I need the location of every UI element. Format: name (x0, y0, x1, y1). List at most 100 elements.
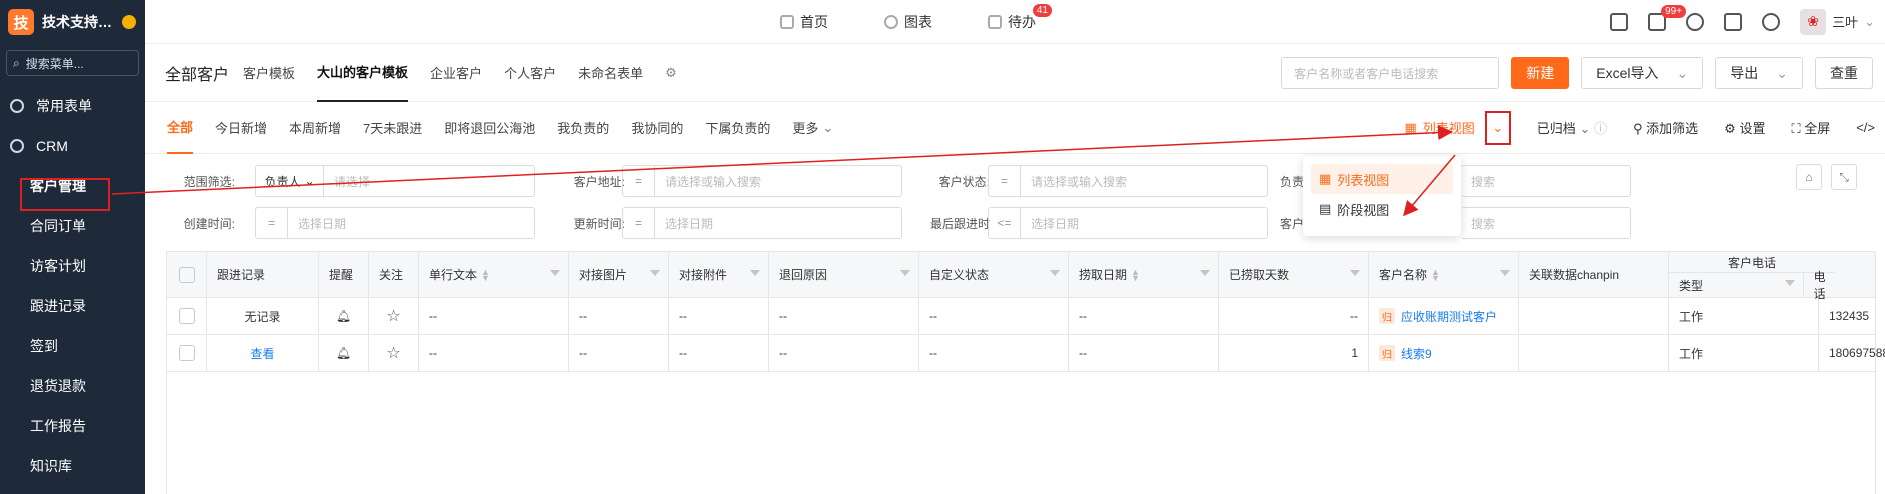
sidebar-item-follow-records[interactable]: 跟进记录 (0, 286, 145, 326)
filter-icon[interactable] (550, 269, 560, 280)
add-filter-button[interactable]: ⚲ 添加筛选 (1633, 118, 1698, 137)
created-operator[interactable]: = (256, 208, 288, 238)
user-menu[interactable]: ❀ 三叶 ⌄ (1800, 8, 1875, 35)
filter-icon[interactable] (1200, 269, 1210, 280)
last-follow-field[interactable]: <= 选择日期 (988, 207, 1268, 239)
table-row[interactable]: 查看 🔔︎ ☆ -- -- -- -- -- -- 1 归线索9 工作 1806… (167, 335, 1885, 372)
settings-button[interactable]: ⚙ 设置 (1724, 118, 1765, 137)
dedupe-button[interactable]: 查重 (1815, 57, 1873, 89)
sidebar-item-knowledge-base[interactable]: 知识库 (0, 446, 145, 486)
cell-customer-name[interactable]: 归线索9 (1369, 335, 1519, 371)
customer-name-link[interactable]: 线索9 (1401, 345, 1432, 362)
sort-icon[interactable]: ▲ ▼ (1131, 267, 1140, 282)
tab-enterprise-customers[interactable]: 企业客户 (430, 44, 482, 102)
app-brand[interactable]: 技术支持… (42, 12, 112, 32)
tab-dashan-template[interactable]: 大山的客户模板 (317, 44, 409, 102)
table-row[interactable]: 无记录 🔔︎ ☆ -- -- -- -- -- -- -- 归应收账期测试客户 … (167, 298, 1875, 335)
bell-icon[interactable]: 🔔︎ (319, 335, 369, 371)
scope-select[interactable]: 负责人 ⌄ (256, 166, 324, 196)
filter-tab-mine[interactable]: 我负责的 (557, 102, 609, 154)
star-icon[interactable]: ☆ (369, 335, 419, 371)
col-image[interactable]: 对接图片 (569, 252, 669, 297)
col-customer-name[interactable]: 客户名称 ▲ ▼ (1369, 252, 1519, 297)
filter-icon[interactable] (750, 269, 760, 280)
col-attachment[interactable]: 对接附件 (669, 252, 769, 297)
col-phone-type[interactable]: 类型 (1669, 273, 1804, 297)
sort-icon[interactable]: ▲ ▼ (481, 267, 490, 282)
owner-field[interactable]: 搜索 (1461, 165, 1631, 197)
filter-icon[interactable] (1350, 269, 1360, 280)
gear-icon[interactable] (1762, 12, 1781, 31)
grid-icon[interactable] (1724, 12, 1743, 31)
filter-tab-more[interactable]: 更多 ⌄ (792, 102, 833, 154)
last-follow-operator[interactable]: <= (989, 208, 1021, 238)
status-field[interactable]: = 请选择或输入搜索 (988, 165, 1268, 197)
menu-item-list-view[interactable]: ▦ 列表视图 (1311, 164, 1453, 194)
sidebar-group-crm[interactable]: CRM (0, 126, 145, 166)
sidebar-item-contract-orders[interactable]: 合同订单 (0, 206, 145, 246)
export-button[interactable]: 导出 ⌄ (1715, 57, 1803, 89)
nav-home[interactable]: 首页 (780, 12, 828, 32)
menu-search-input[interactable]: ⌕ 搜索菜单... (6, 50, 139, 76)
updated-operator[interactable]: = (623, 208, 655, 238)
new-button[interactable]: 新建 (1511, 57, 1570, 89)
checkbox[interactable] (178, 266, 195, 283)
filter-icon[interactable] (1784, 280, 1795, 290)
save-filter-icon[interactable]: ⌂ (1796, 164, 1822, 190)
star-icon[interactable]: ☆ (369, 298, 419, 334)
sidebar-item-checkin[interactable]: 签到 (0, 326, 145, 366)
filter-tab-7days[interactable]: 7天未跟进 (363, 102, 422, 154)
filter-icon[interactable] (1500, 269, 1510, 280)
collapse-icon[interactable]: ⤡ (1831, 164, 1857, 190)
checkbox[interactable] (178, 345, 195, 361)
fullscreen-button[interactable]: ⛶ 全屏 (1791, 118, 1830, 137)
code-icon[interactable]: </> (1856, 120, 1875, 135)
bell-icon[interactable]: 🔔︎ (319, 298, 369, 334)
tab-unnamed-form[interactable]: 未命名表单 (578, 44, 643, 102)
filter-tab-today[interactable]: 今日新增 (215, 102, 267, 154)
cell-customer-name[interactable]: 归应收账期测试客户 (1369, 298, 1519, 334)
checkbox[interactable] (178, 308, 195, 324)
menu-item-stage-view[interactable]: ▤ 阶段视图 (1311, 194, 1453, 224)
col-return-reason[interactable]: 退回原因 (769, 252, 919, 297)
address-field[interactable]: = 请选择或输入搜索 (622, 165, 902, 197)
help-icon[interactable] (1686, 12, 1705, 31)
nav-todo[interactable]: 待办 41 (988, 4, 1052, 32)
archived-dropdown[interactable]: 已归档 ⌄ ⓘ (1537, 118, 1607, 137)
select-all-checkbox[interactable] (167, 252, 207, 297)
filter-icon[interactable] (1050, 269, 1060, 280)
updated-field[interactable]: = 选择日期 (622, 207, 902, 239)
excel-import-button[interactable]: Excel导入 ⌄ (1581, 57, 1704, 89)
customer-field[interactable]: 搜索 (1461, 207, 1631, 239)
col-fetched-days[interactable]: 已捞取天数 (1219, 252, 1369, 297)
mail-icon[interactable] (1610, 12, 1629, 31)
nav-charts[interactable]: 图表 (884, 12, 932, 32)
customer-name-link[interactable]: 应收账期测试客户 (1401, 308, 1497, 325)
filter-tab-subordinates[interactable]: 下属负责的 (705, 102, 770, 154)
sidebar-item-work-report[interactable]: 工作报告 (0, 406, 145, 446)
list-view-toggle[interactable]: ▦ 列表视图 (1404, 118, 1474, 137)
col-fetch-date[interactable]: 捞取日期 ▲ ▼ (1069, 252, 1219, 297)
row-checkbox-cell[interactable] (167, 298, 207, 334)
tab-personal-customers[interactable]: 个人客户 (504, 44, 556, 102)
customer-search-input[interactable]: 客户名称或者客户电话搜索 (1281, 57, 1500, 89)
message-icon[interactable]: 99+ (1648, 4, 1687, 31)
sidebar-item-visit-plan[interactable]: 访客计划 (0, 246, 145, 286)
view-dropdown-button[interactable]: ⌄ (1484, 110, 1511, 145)
filter-icon[interactable] (900, 269, 910, 280)
tab-settings-icon[interactable]: ⚙ (665, 44, 677, 102)
tab-customer-template[interactable]: 客户模板 (243, 44, 295, 102)
sidebar-group-common-forms[interactable]: 常用表单 (0, 86, 145, 126)
address-operator[interactable]: = (623, 166, 655, 196)
cell-follow-link[interactable]: 查看 (207, 335, 319, 371)
sort-icon[interactable]: ▲ ▼ (1431, 267, 1440, 282)
created-field[interactable]: = 选择日期 (255, 207, 535, 239)
filter-tab-week[interactable]: 本周新增 (289, 102, 341, 154)
sidebar-item-returns[interactable]: 退货退款 (0, 366, 145, 406)
filter-icon[interactable] (650, 269, 660, 280)
filter-tab-collab[interactable]: 我协同的 (631, 102, 683, 154)
status-operator[interactable]: = (989, 166, 1021, 196)
filter-tab-all[interactable]: 全部 (167, 102, 194, 154)
row-checkbox-cell[interactable] (167, 335, 207, 371)
col-single-text[interactable]: 单行文本 ▲ ▼ (419, 252, 569, 297)
